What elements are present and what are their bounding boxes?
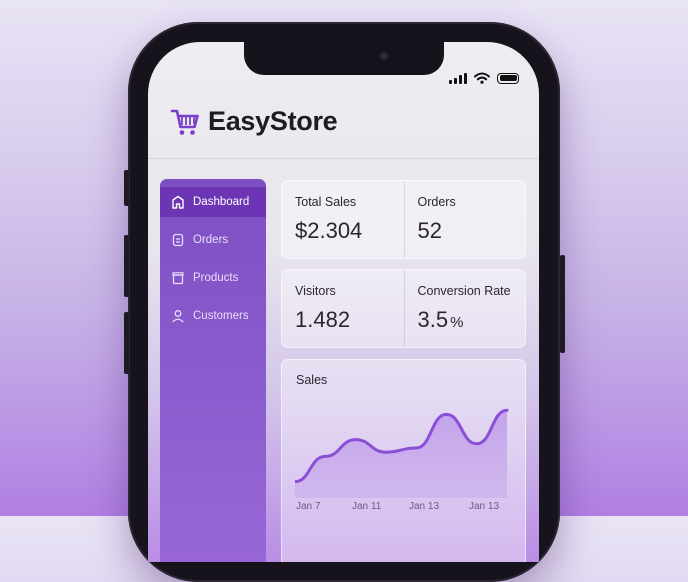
shopping-cart-icon <box>170 107 200 137</box>
document-icon <box>171 233 185 247</box>
chart-title: Sales <box>296 373 327 387</box>
stat-value: $2.304 <box>295 218 362 244</box>
sidebar-item-dashboard[interactable]: Dashboard <box>160 187 266 217</box>
stat-value: 3.5% <box>418 307 464 333</box>
signal-icon <box>449 73 467 84</box>
sales-area-fill <box>295 410 507 498</box>
stat-orders[interactable]: Orders 52 <box>404 181 527 258</box>
phone-volume-down-button <box>124 312 129 374</box>
sidebar-item-customers[interactable]: Customers <box>160 301 266 331</box>
stats-card-sales-orders: Total Sales $2.304 Orders 52 <box>281 180 526 259</box>
sidebar-item-label: Dashboard <box>193 196 249 208</box>
app-logo[interactable]: EasyStore <box>170 106 337 137</box>
app-name: EasyStore <box>208 106 337 137</box>
user-icon <box>171 309 185 323</box>
camera-icon <box>380 52 388 60</box>
sales-chart[interactable] <box>295 398 511 498</box>
sidebar-item-orders[interactable]: Orders <box>160 225 266 255</box>
sidebar-item-label: Customers <box>193 310 249 322</box>
sidebar-item-label: Products <box>193 272 238 284</box>
stat-conversion-rate[interactable]: Conversion Rate 3.5% <box>404 270 527 347</box>
x-axis-tick-label: Jan 11 <box>352 501 381 512</box>
phone-volume-up-button <box>124 235 129 297</box>
x-axis-tick-label: Jan 7 <box>296 501 320 512</box>
stat-visitors[interactable]: Visitors 1.482 <box>282 270 404 347</box>
sidebar: Dashboard Orders Products Customers <box>160 179 266 562</box>
phone-screen: EasyStore Dashboard Orders Products C <box>148 42 539 562</box>
stat-label: Total Sales <box>295 195 356 209</box>
phone-side-button <box>124 170 129 206</box>
sidebar-item-label: Orders <box>193 234 228 246</box>
stat-total-sales[interactable]: Total Sales $2.304 <box>282 181 404 258</box>
battery-icon <box>497 73 519 84</box>
app-header: EasyStore <box>148 94 539 159</box>
stat-label: Conversion Rate <box>418 284 511 298</box>
stat-label: Orders <box>418 195 456 209</box>
stat-value: 52 <box>418 218 442 244</box>
stat-label: Visitors <box>295 284 336 298</box>
stats-card-visitors-conversion: Visitors 1.482 Conversion Rate 3.5% <box>281 269 526 348</box>
home-icon <box>171 195 185 209</box>
stat-value: 1.482 <box>295 307 350 333</box>
box-icon <box>171 271 185 285</box>
wifi-icon <box>474 72 490 84</box>
status-bar <box>449 72 519 84</box>
x-axis-tick-label: Jan 13 <box>409 501 439 512</box>
conversion-rate-unit: % <box>450 314 463 331</box>
conversion-rate-number: 3.5 <box>418 307 449 332</box>
phone-power-button <box>560 255 565 353</box>
x-axis-tick-label: Jan 13 <box>469 501 499 512</box>
notch <box>244 42 444 75</box>
sidebar-item-products[interactable]: Products <box>160 263 266 293</box>
sales-chart-card: Sales Jan 7 Jan 11 Jan 13 Jan 13 <box>281 359 526 562</box>
